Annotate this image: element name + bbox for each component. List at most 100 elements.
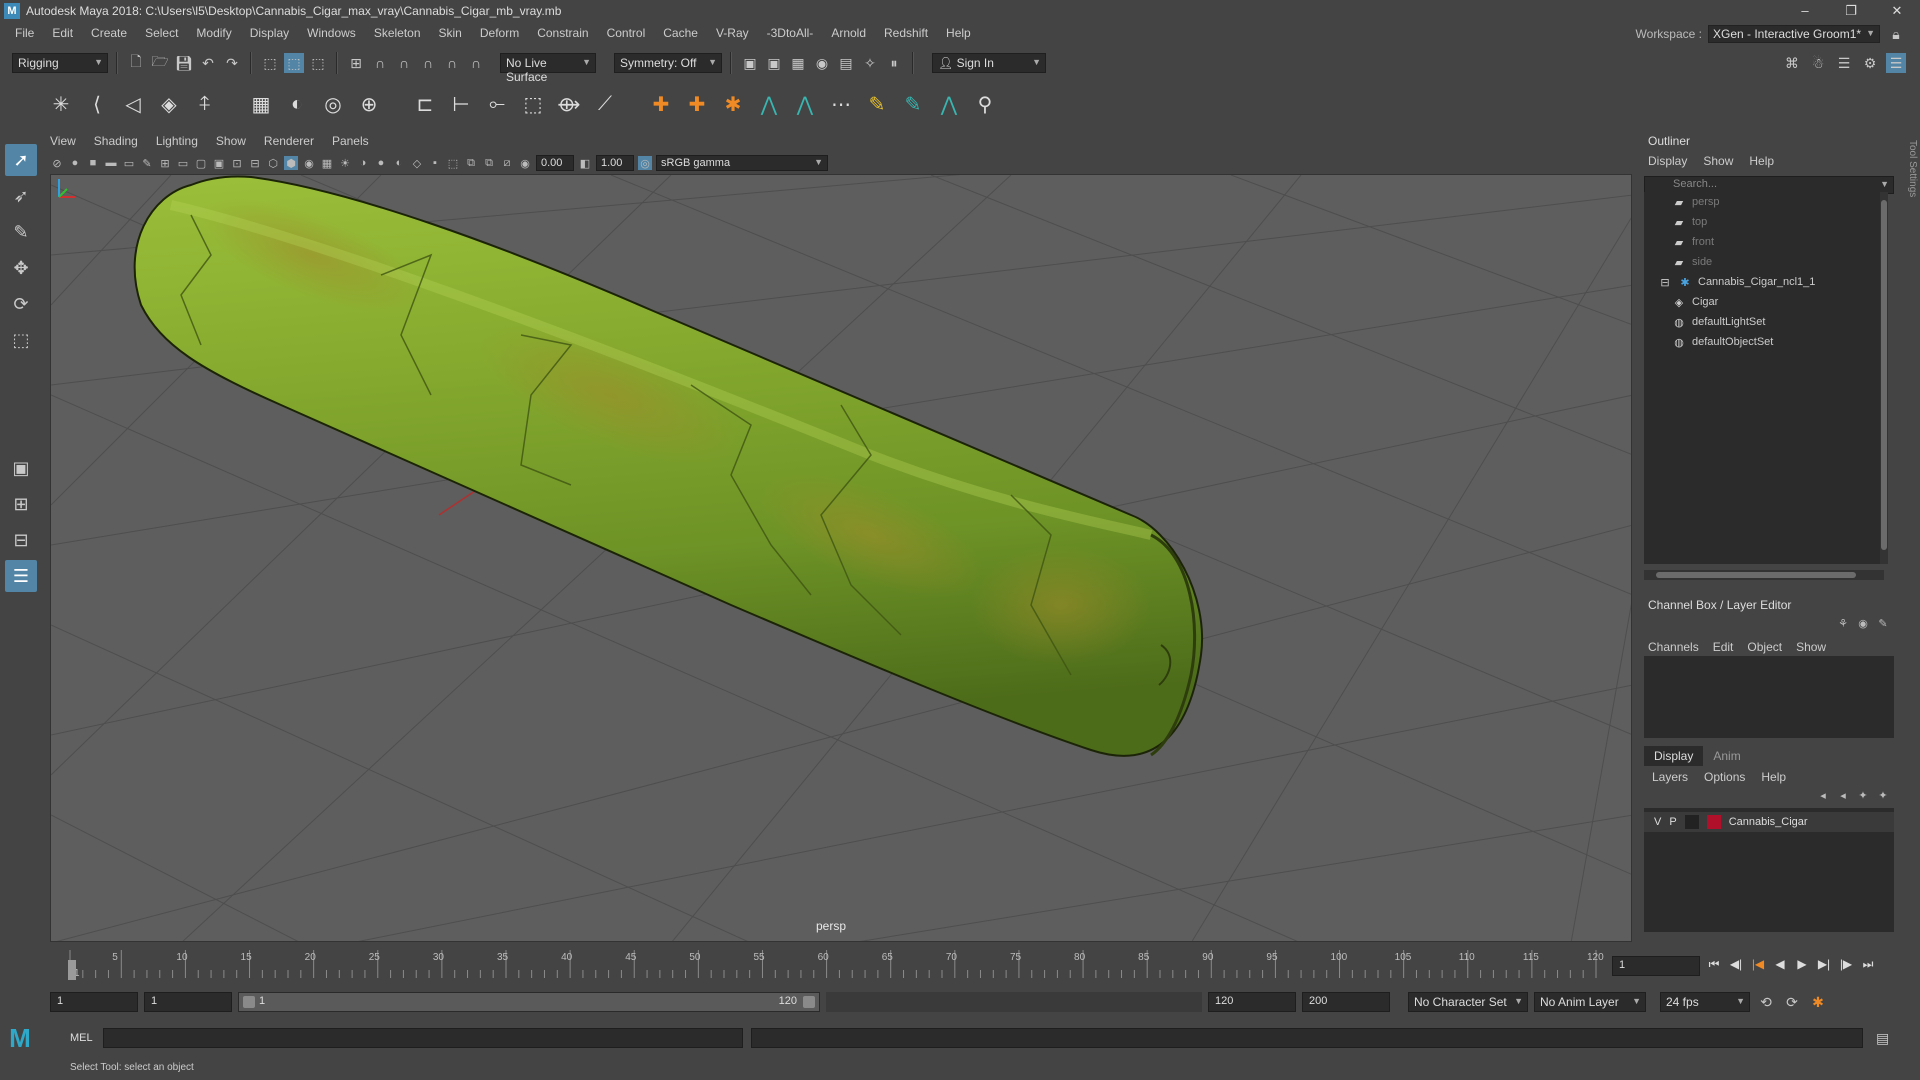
vray-icon[interactable]: ✧: [860, 53, 880, 73]
move-layer-down-icon[interactable]: ◂: [1836, 788, 1850, 802]
locator-icon[interactable]: ⍏: [190, 89, 220, 119]
tool-settings-icon[interactable]: ⚙︎: [1860, 53, 1880, 73]
render-current-icon[interactable]: ▣: [740, 53, 760, 73]
wireframe-on-shaded-icon[interactable]: ◉: [302, 156, 316, 170]
collapse-icon[interactable]: ⊟: [1658, 275, 1672, 289]
channel-box-icon-c[interactable]: ✎: [1876, 616, 1890, 630]
scale-constraint-icon[interactable]: ⬚: [518, 89, 548, 119]
anim-layer-dropdown[interactable]: No Anim Layer: [1534, 992, 1646, 1012]
select-camera-icon[interactable]: ⊘: [50, 156, 64, 170]
select-object-icon[interactable]: ⬚: [284, 53, 304, 73]
new-scene-icon[interactable]: 🗋: [126, 53, 146, 73]
snap-grid-icon[interactable]: ⊞: [346, 53, 366, 73]
persp-outliner-layout-icon[interactable]: ☰: [5, 560, 37, 592]
gamma-field[interactable]: 1.00: [596, 155, 634, 171]
symmetry-dropdown[interactable]: Symmetry: Off: [614, 53, 722, 73]
insert-joint-icon[interactable]: ✚: [682, 89, 712, 119]
playback-start-field[interactable]: 1: [144, 992, 232, 1012]
move-layer-up-icon[interactable]: ◂: [1816, 788, 1830, 802]
go-to-start-button[interactable]: ⏮: [1706, 954, 1722, 974]
menu-create[interactable]: Create: [82, 22, 136, 44]
component-editor-icon[interactable]: ✎: [898, 89, 928, 119]
viewport-menu-show[interactable]: Show: [216, 134, 246, 154]
pose-icon[interactable]: ⚲: [970, 89, 1000, 119]
parent-constraint-icon[interactable]: ⊏: [410, 89, 440, 119]
image-plane-icon[interactable]: ▬: [104, 156, 118, 170]
menu-3dtoall[interactable]: -3DtoAll-: [758, 22, 823, 44]
hik-icon[interactable]: ⋀: [754, 89, 784, 119]
menu-windows[interactable]: Windows: [298, 22, 365, 44]
gamma-icon[interactable]: ◧: [578, 156, 592, 170]
range-end-handle[interactable]: [803, 996, 815, 1008]
orient-constraint-icon[interactable]: ⟜: [482, 89, 512, 119]
ik-spline-icon[interactable]: ◁: [118, 89, 148, 119]
play-backwards-button[interactable]: ◀: [1772, 954, 1788, 974]
lasso-tool-icon[interactable]: ➶: [5, 180, 37, 212]
menu-deform[interactable]: Deform: [471, 22, 528, 44]
camera-attributes-icon[interactable]: ●: [68, 156, 82, 170]
outliner-menu-show[interactable]: Show: [1703, 154, 1733, 168]
layer-visibility-toggle[interactable]: V: [1654, 816, 1661, 828]
paint-weights-icon[interactable]: ✎: [862, 89, 892, 119]
range-slider[interactable]: 1 120: [238, 992, 820, 1012]
select-hierarchy-icon[interactable]: ⬚: [260, 53, 280, 73]
animation-start-field[interactable]: 1: [50, 992, 138, 1012]
layer-color-swatch[interactable]: [1706, 815, 1721, 829]
snap-point-icon[interactable]: ∩: [394, 53, 414, 73]
ambient-occlusion-icon[interactable]: ●: [374, 156, 388, 170]
outliner-menu-display[interactable]: Display: [1648, 154, 1687, 168]
select-tool-icon[interactable]: ➚: [5, 144, 37, 176]
menu-select[interactable]: Select: [136, 22, 187, 44]
viewport-menu-shading[interactable]: Shading: [94, 134, 138, 154]
live-surface-dropdown[interactable]: No Live Surface: [500, 53, 596, 84]
channel-box-menu-channels[interactable]: Channels: [1648, 640, 1699, 654]
outliner-item[interactable]: ◈ Cigar: [1644, 292, 1884, 312]
menu-edit[interactable]: Edit: [43, 22, 82, 44]
film-gate-icon[interactable]: ▭: [176, 156, 190, 170]
layer-playback-toggle[interactable]: P: [1669, 816, 1676, 828]
menu-skin[interactable]: Skin: [430, 22, 471, 44]
field-chart-icon[interactable]: ⊡: [230, 156, 244, 170]
pole-vector-icon[interactable]: ⟋: [590, 89, 620, 119]
resolution-gate-icon[interactable]: ▢: [194, 156, 208, 170]
open-scene-icon[interactable]: 🗁: [150, 53, 170, 73]
menu-display[interactable]: Display: [241, 22, 298, 44]
anti-aliasing-icon[interactable]: ◇: [410, 156, 424, 170]
tool-settings-side-tab[interactable]: Tool Settings: [1906, 140, 1918, 220]
motion-blur-icon[interactable]: ◐: [392, 156, 406, 170]
wireframe-icon[interactable]: ⬡: [266, 156, 280, 170]
blendshape-icon[interactable]: ⊕: [354, 89, 384, 119]
layer-menu-options[interactable]: Options: [1704, 770, 1745, 784]
persp-graph-layout-icon[interactable]: ⊟: [5, 524, 37, 556]
step-back-key-button[interactable]: ◀|: [1728, 954, 1744, 974]
ipr-render-icon[interactable]: ▣: [764, 53, 784, 73]
layer-display-type[interactable]: [1684, 815, 1699, 829]
save-scene-icon[interactable]: 💾︎: [174, 53, 194, 73]
menu-v-ray[interactable]: V-Ray: [707, 22, 758, 44]
menu-redshift[interactable]: Redshift: [875, 22, 937, 44]
time-slider[interactable]: 1 5 10 15 20 25 30 35 40 45 50 55 60 65 70 75 80 85 90 95 10…: [50, 948, 1606, 982]
attribute-editor-icon[interactable]: ☰: [1834, 53, 1854, 73]
outliner-item[interactable]: ⊟ ✱ Cannabis_Cigar_ncl1_1: [1644, 272, 1884, 292]
workspace-dropdown[interactable]: XGen - Interactive Groom1*: [1708, 25, 1880, 43]
channel-box-menu-edit[interactable]: Edit: [1713, 640, 1734, 654]
command-input[interactable]: [102, 1028, 743, 1048]
lattice-icon[interactable]: ▦: [246, 89, 276, 119]
menu-skeleton[interactable]: Skeleton: [365, 22, 430, 44]
depth-of-field-icon[interactable]: ▪: [428, 156, 442, 170]
channel-box-menu-show[interactable]: Show: [1796, 640, 1826, 654]
tab-anim[interactable]: Anim: [1703, 746, 1750, 766]
single-perspective-layout-icon[interactable]: ▣: [5, 452, 37, 484]
textured-icon[interactable]: ▦: [320, 156, 334, 170]
smooth-shade-icon[interactable]: ⬢: [284, 156, 298, 170]
snap-projected-icon[interactable]: ∩: [418, 53, 438, 73]
isolate-select-icon[interactable]: ⬚: [446, 156, 460, 170]
viewport-menu-view[interactable]: View: [50, 134, 76, 154]
outliner-item[interactable]: ▰ side: [1644, 252, 1884, 272]
rotate-tool-icon[interactable]: ⟳: [5, 288, 37, 320]
outliner-vertical-scrollbar[interactable]: [1880, 192, 1888, 564]
current-time-marker[interactable]: [68, 960, 76, 980]
move-tool-icon[interactable]: ✥: [5, 252, 37, 284]
perspective-viewport[interactable]: persp: [50, 174, 1632, 942]
gate-mask-icon[interactable]: ▣: [212, 156, 226, 170]
